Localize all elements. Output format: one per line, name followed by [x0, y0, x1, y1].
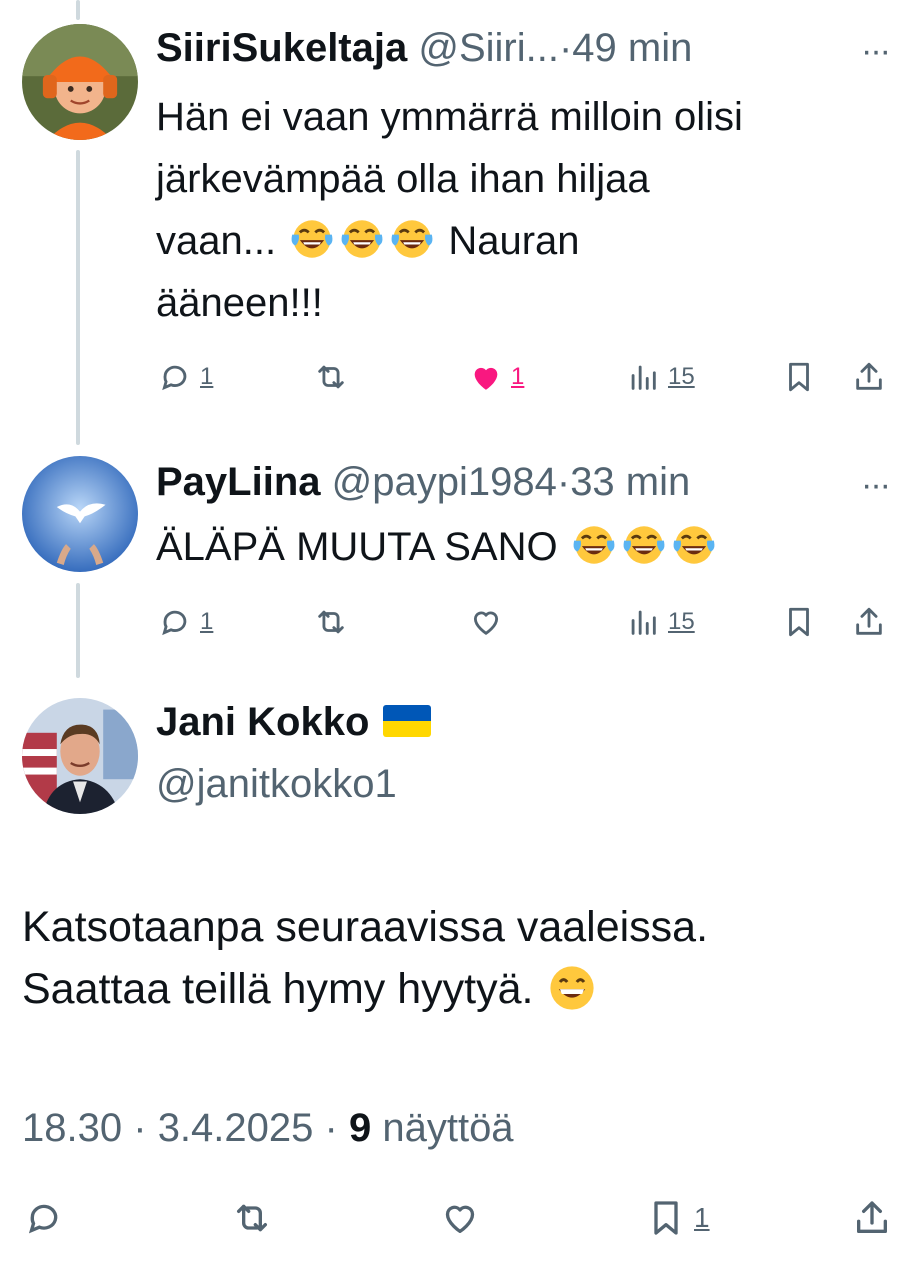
reply-icon	[162, 610, 187, 636]
post-time[interactable]: 18.30	[22, 1106, 122, 1150]
display-name[interactable]: Jani Kokko	[156, 700, 369, 744]
tweet-text: ÄLÄPÄ MUUTA SANO	[156, 516, 887, 578]
main-action-bar: 1	[0, 1196, 917, 1246]
face-with-tears-of-joy-icon	[573, 526, 615, 564]
user-handle[interactable]: @Siiri...	[418, 26, 559, 70]
separator-dot: ·	[324, 1106, 338, 1150]
timestamp[interactable]: 33 min	[570, 460, 690, 504]
separator-dot: ·	[556, 460, 571, 504]
retweet-button[interactable]	[314, 355, 348, 399]
bookmark-icon	[789, 362, 809, 392]
more-options-icon[interactable]: ···	[861, 34, 891, 68]
text-line: Katsotaanpa seuraavissa vaaleissa.	[22, 903, 709, 951]
reply-icon	[162, 365, 187, 391]
views-button[interactable]: 15	[626, 600, 695, 644]
more-options-icon[interactable]: ···	[861, 468, 891, 502]
views-count: 15	[668, 363, 695, 390]
heart-outline-icon	[473, 611, 499, 635]
thread-line	[76, 0, 80, 20]
share-icon	[856, 362, 882, 390]
views-chart-icon	[631, 610, 656, 635]
tweet-meta: 18.30 · 3.4.2025 · 9 näyttöä	[22, 1104, 514, 1152]
share-button[interactable]	[852, 355, 886, 399]
heart-filled-icon	[474, 367, 498, 390]
thread-line	[76, 150, 80, 445]
face-with-tears-of-joy-icon	[623, 526, 665, 564]
reply-count: 1	[200, 608, 214, 635]
views-count: 15	[668, 608, 695, 635]
bookmark-button[interactable]	[782, 355, 816, 399]
text-fragment: ÄLÄPÄ MUUTA SANO	[156, 525, 558, 569]
heart-outline-icon	[445, 1205, 475, 1233]
retweet-button[interactable]	[314, 600, 348, 644]
separator-dot: ·	[133, 1106, 147, 1150]
reply-header: SiiriSukeltaja @Siiri...·49 min	[156, 24, 897, 72]
thread-line	[76, 583, 80, 678]
reply-button[interactable]	[24, 1196, 64, 1240]
views-label: näyttöä	[382, 1106, 514, 1150]
reply-button[interactable]: 1	[158, 355, 213, 399]
bookmark-icon	[654, 1201, 678, 1235]
text-line: vaan... Nauran	[156, 210, 887, 272]
share-icon	[857, 1201, 887, 1233]
like-button[interactable]	[440, 1196, 480, 1240]
action-bar: 1 1 15	[156, 355, 891, 399]
main-author: Jani Kokko	[156, 698, 432, 746]
display-name[interactable]: SiiriSukeltaja	[156, 26, 407, 70]
text-line: ääneen!!!	[156, 281, 323, 325]
avatar[interactable]	[22, 456, 138, 572]
user-handle[interactable]: @janitkokko1	[156, 760, 397, 808]
tweet-text: Hän ei vaan ymmärrä milloin olisi järkev…	[156, 86, 887, 334]
like-button[interactable]: 1	[469, 355, 524, 399]
retweet-icon	[318, 610, 344, 634]
text-fragment: Saattaa teillä hymy hyytyä.	[22, 965, 534, 1013]
bookmark-button[interactable]	[782, 600, 816, 644]
views-count: 9	[348, 1106, 372, 1150]
bookmark-count: 1	[694, 1202, 710, 1233]
retweet-icon	[318, 365, 344, 389]
tweet-text: Katsotaanpa seuraavissa vaaleissa. Saatt…	[22, 896, 887, 1020]
action-bar: 1 15	[156, 600, 891, 644]
bookmark-button[interactable]: 1	[646, 1196, 710, 1240]
like-count: 1	[511, 363, 525, 390]
face-with-tears-of-joy-icon	[391, 220, 433, 258]
text-fragment: Nauran	[448, 219, 580, 263]
avatar[interactable]	[22, 24, 138, 140]
like-button[interactable]	[469, 600, 503, 644]
face-with-tears-of-joy-icon	[341, 220, 383, 258]
reply-button[interactable]: 1	[158, 600, 213, 644]
text-line: Hän ei vaan ymmärrä milloin olisi	[156, 95, 743, 139]
retweet-button[interactable]	[232, 1196, 272, 1240]
bookmark-icon	[789, 607, 809, 637]
face-with-tears-of-joy-icon	[673, 526, 715, 564]
reply-count: 1	[200, 363, 214, 390]
post-date[interactable]: 3.4.2025	[158, 1106, 314, 1150]
reply-icon	[28, 1204, 58, 1234]
share-icon	[856, 607, 882, 635]
grinning-face-with-smiling-eyes-icon	[550, 966, 595, 1010]
text-line: Saattaa teillä hymy hyytyä.	[22, 958, 887, 1020]
timestamp[interactable]: 49 min	[572, 26, 692, 70]
user-handle[interactable]: @paypi1984	[332, 460, 557, 504]
separator-dot: ·	[558, 26, 573, 70]
text-line: järkevämpää olla ihan hiljaa	[156, 157, 650, 201]
share-button[interactable]	[852, 600, 886, 644]
ukraine-flag-icon	[383, 705, 432, 737]
views-chart-icon	[631, 365, 656, 390]
share-button[interactable]	[852, 1196, 892, 1240]
avatar[interactable]	[22, 698, 138, 814]
face-with-tears-of-joy-icon	[291, 220, 333, 258]
display-name[interactable]: PayLiina	[156, 460, 321, 504]
views-button[interactable]: 15	[626, 355, 695, 399]
retweet-icon	[237, 1204, 267, 1232]
text-fragment: vaan...	[156, 219, 277, 263]
reply-header: PayLiina @paypi1984·33 min	[156, 458, 897, 506]
